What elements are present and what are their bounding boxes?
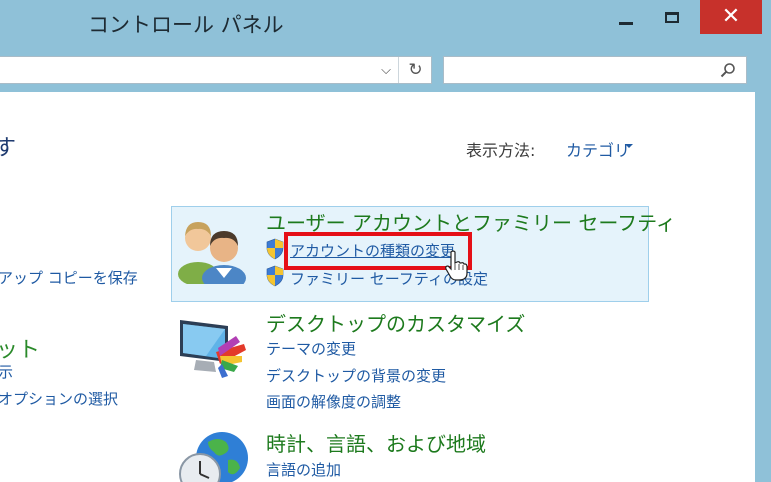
add-language-link[interactable]: 言語の追加: [266, 459, 341, 480]
globe-clock-icon[interactable]: [178, 428, 250, 482]
search-input[interactable]: [443, 56, 747, 84]
maximize-button[interactable]: [650, 0, 694, 34]
hand-cursor-icon: [445, 250, 468, 281]
users-icon[interactable]: [176, 216, 248, 284]
category-title-clock-region[interactable]: 時計、言語、および地域: [266, 428, 486, 457]
uac-shield-icon: [266, 265, 284, 287]
minimize-icon: [619, 21, 633, 25]
refresh-icon[interactable]: ↻: [398, 57, 432, 83]
close-button[interactable]: ✕: [700, 0, 762, 34]
search-icon[interactable]: [720, 62, 736, 78]
page-heading: す: [0, 136, 17, 161]
left-link-2[interactable]: オプションの選択: [0, 388, 118, 409]
left-category-title[interactable]: ット: [0, 332, 40, 364]
maximize-icon: [665, 11, 679, 23]
change-theme-link[interactable]: テーマの変更: [266, 338, 356, 359]
backup-link[interactable]: アップ コピーを保存: [0, 267, 138, 288]
address-bar[interactable]: ⌵ ↻: [0, 56, 432, 84]
category-title-desktop[interactable]: デスクトップのカスタマイズ: [266, 308, 525, 337]
dropdown-arrow-icon[interactable]: [625, 144, 633, 148]
navigation-bar: ⌵ ↻: [0, 48, 771, 92]
close-icon: ✕: [721, 4, 741, 29]
left-link-1[interactable]: 示: [0, 361, 13, 382]
window-title: コントロール パネル: [88, 13, 284, 37]
window-border-right: [755, 92, 771, 482]
uac-shield-icon: [266, 238, 284, 260]
chevron-down-icon[interactable]: ⌵: [374, 57, 398, 83]
change-background-link[interactable]: デスクトップの背景の変更: [266, 365, 446, 386]
adjust-resolution-link[interactable]: 画面の解像度の調整: [266, 391, 401, 412]
view-by-dropdown[interactable]: カテゴリ: [566, 137, 630, 161]
title-bar[interactable]: コントロール パネル ✕: [0, 0, 771, 48]
control-panel-content: す 表示方法: カテゴリ アップ コピーを保存 ット 示 オプションの選択 ユー…: [0, 92, 755, 482]
monitor-palette-icon[interactable]: [176, 316, 248, 378]
view-by-label: 表示方法:: [466, 141, 536, 160]
minimize-button[interactable]: [604, 0, 648, 34]
